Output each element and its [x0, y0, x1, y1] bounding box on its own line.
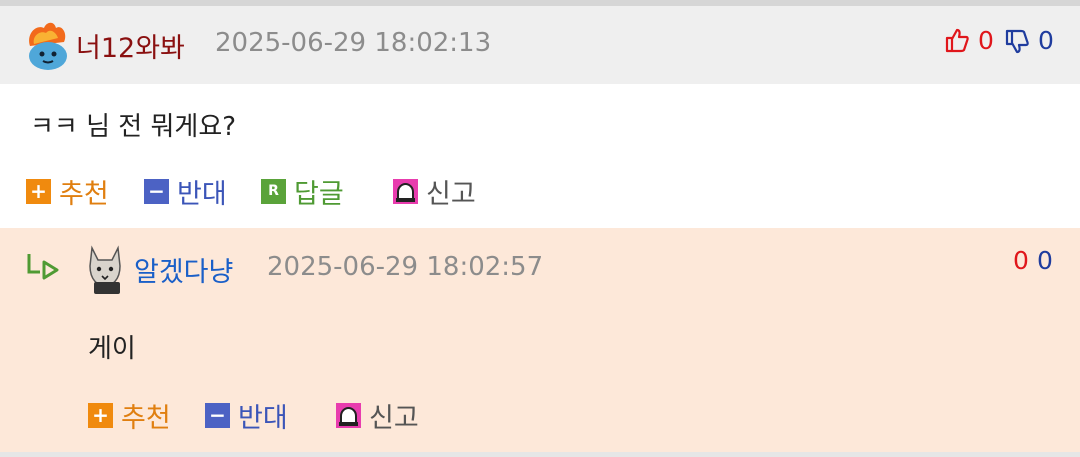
- downvote-button[interactable]: 0: [1037, 246, 1053, 275]
- reply-text: 게이: [88, 334, 136, 364]
- thumbs-up-icon: [945, 28, 969, 53]
- author-avatar[interactable]: [84, 244, 126, 296]
- report-label: 신고: [369, 403, 419, 434]
- siren-icon: [336, 403, 361, 428]
- report-button[interactable]: 신고: [336, 396, 419, 435]
- oppose-button[interactable]: − 반대: [205, 396, 288, 435]
- reply-arrow-icon: [27, 254, 59, 280]
- comment-date: 2025-06-29 18:02:13: [215, 28, 492, 58]
- oppose-label: 반대: [177, 179, 227, 210]
- plus-icon: +: [26, 179, 51, 204]
- comment-text: ㅋㅋ 님 전 뭐게요?: [30, 112, 237, 142]
- oppose-label: 반대: [238, 403, 288, 434]
- recommend-button[interactable]: + 추천: [88, 396, 171, 435]
- recommend-label: 추천: [59, 179, 109, 210]
- author-name[interactable]: 알겠다냥: [134, 250, 233, 289]
- report-label: 신고: [426, 179, 476, 210]
- plus-icon: +: [88, 403, 113, 428]
- minus-icon: −: [144, 179, 169, 204]
- reply-comment: 알겠다냥 2025-06-29 18:02:57 0 0 게이 + 추천 − 반…: [0, 228, 1080, 452]
- comment-header: 너12와봐 2025-06-29 18:02:13 0 0: [0, 6, 1080, 84]
- reply-label: 답글: [294, 179, 344, 210]
- upvote-count: 0: [1013, 246, 1029, 275]
- siren-icon: [393, 179, 418, 204]
- thumbs-down-icon: [1005, 29, 1029, 54]
- downvote-count: 0: [1037, 26, 1054, 55]
- bottom-border: [0, 452, 1080, 457]
- author-name[interactable]: 너12와봐: [76, 26, 185, 65]
- downvote-count: 0: [1037, 246, 1053, 275]
- reply-button[interactable]: R 답글: [261, 172, 344, 211]
- upvote-button[interactable]: 0: [1013, 246, 1029, 275]
- upvote-count: 0: [977, 26, 994, 55]
- reply-icon: R: [261, 179, 286, 204]
- recommend-label: 추천: [121, 403, 171, 434]
- upvote-button[interactable]: 0: [944, 26, 994, 55]
- oppose-button[interactable]: − 반대: [144, 172, 227, 211]
- recommend-button[interactable]: + 추천: [26, 172, 109, 211]
- minus-icon: −: [205, 403, 230, 428]
- comment-body: ㅋㅋ 님 전 뭐게요? + 추천 − 반대 R 답글 신고: [0, 84, 1080, 228]
- downvote-button[interactable]: 0: [1004, 26, 1054, 55]
- reply-date: 2025-06-29 18:02:57: [267, 252, 544, 282]
- author-avatar[interactable]: [24, 20, 68, 70]
- report-button[interactable]: 신고: [393, 172, 476, 211]
